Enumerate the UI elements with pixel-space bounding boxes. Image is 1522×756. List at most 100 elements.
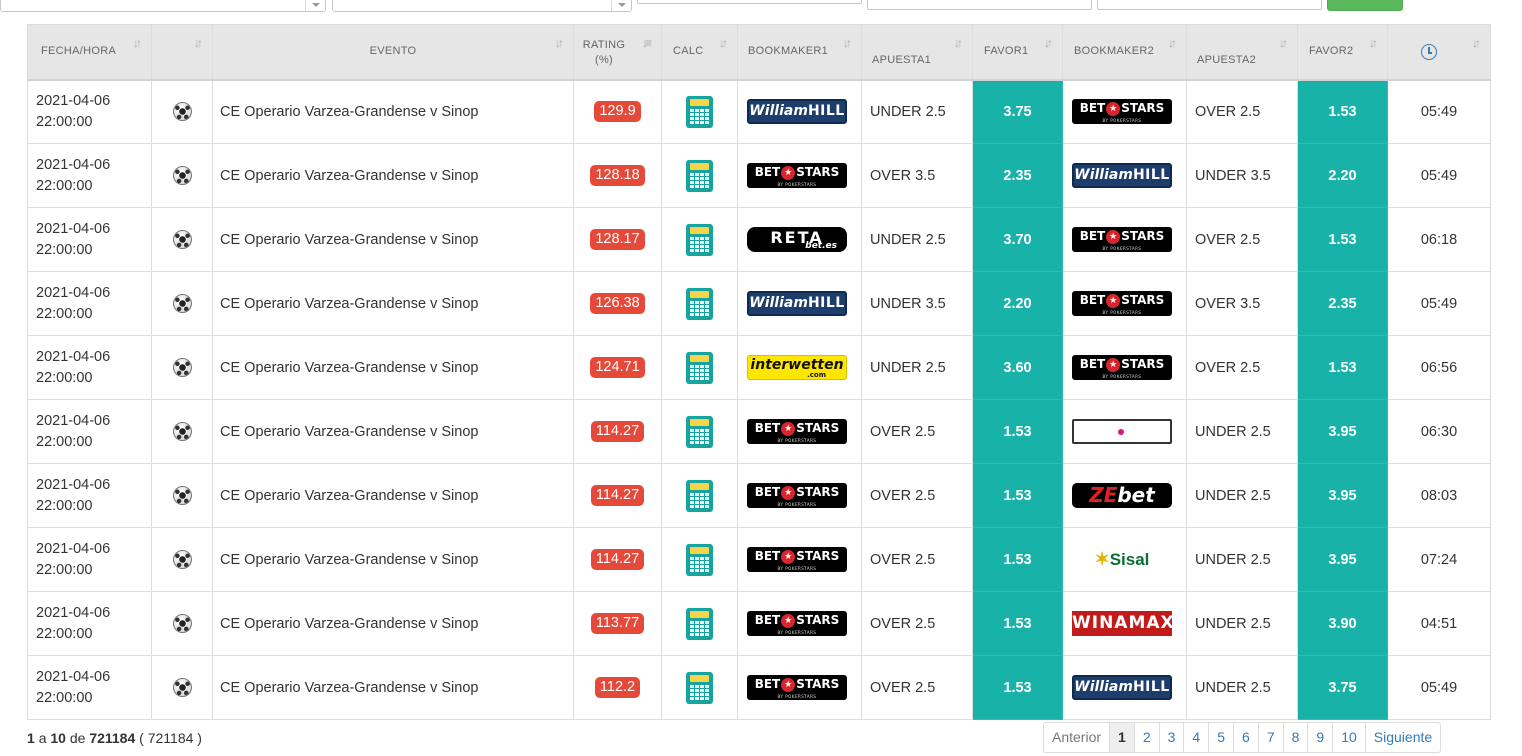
goldenpark-logo[interactable]: GOLDENPARK — [1072, 419, 1172, 444]
event-name[interactable]: CE Operario Varzea-Grandense v Sinop — [212, 527, 574, 592]
favor2-odds[interactable]: 3.95 — [1297, 527, 1388, 592]
favor1-odds[interactable]: 1.53 — [972, 399, 1063, 464]
favor1-odds[interactable]: 1.53 — [972, 463, 1063, 528]
betstars-logo[interactable]: BET ★ STARS BY POKERSTARS — [1072, 99, 1172, 125]
favor2-odds[interactable]: 2.35 — [1297, 271, 1388, 336]
filter-input-3[interactable] — [1097, 0, 1322, 10]
betstars-logo[interactable]: BET ★ STARS BY POKERSTARS — [1072, 227, 1172, 252]
williamhill-logo[interactable]: WilliamHILL — [1072, 163, 1172, 188]
table-row[interactable]: 2021-04-06 22:00:00 CE Operario Varzea-Gra… — [27, 271, 1491, 336]
search-button[interactable] — [1327, 0, 1403, 11]
col-header-sport[interactable]: ↓↑ — [151, 24, 213, 81]
col-header-apuesta2[interactable]: APUESTA2 ↓↑ — [1186, 24, 1298, 81]
table-row[interactable]: 2021-04-06 22:00:00 CE Operario Varzea-Gra… — [27, 207, 1491, 272]
col-header-bookmaker1[interactable]: BOOKMAKER1 ↓↑ — [737, 24, 862, 81]
pagination-page-2[interactable]: 2 — [1133, 723, 1159, 752]
calculator-icon[interactable] — [686, 223, 713, 256]
betstars-logo[interactable]: BET ★ STARS BY POKERSTARS — [747, 483, 847, 508]
col-header-favor1[interactable]: FAVOR1 ↓↑ — [972, 24, 1063, 81]
event-name[interactable]: CE Operario Varzea-Grandense v Sinop — [212, 335, 574, 400]
col-header-favor2[interactable]: FAVOR2 ↓↑ — [1297, 24, 1388, 81]
favor1-odds[interactable]: 3.60 — [972, 335, 1063, 400]
winamax-logo[interactable]: WINAMAX — [1072, 611, 1172, 636]
williamhill-logo[interactable]: WilliamHILL — [747, 99, 847, 125]
col-header-fecha[interactable]: FECHA/HORA ↓↑ — [27, 24, 152, 81]
betstars-logo[interactable]: BET ★ STARS BY POKERSTARS — [747, 163, 847, 188]
event-name[interactable]: CE Operario Varzea-Grandense v Sinop — [212, 207, 574, 272]
event-name[interactable]: CE Operario Varzea-Grandense v Sinop — [212, 591, 574, 656]
pagination-page-4[interactable]: 4 — [1183, 723, 1208, 752]
calculator-icon[interactable] — [686, 607, 713, 640]
pagination-prev[interactable]: Anterior — [1044, 723, 1109, 752]
retabet-logo[interactable]: RETA bet.es — [747, 227, 847, 252]
table-row[interactable]: 2021-04-06 22:00:00 CE Operario Varzea-Gra… — [27, 143, 1491, 208]
zebet-logo[interactable]: ZEbet — [1072, 483, 1172, 508]
table-row[interactable]: 2021-04-06 22:00:00 CE Operario Varzea-Gra… — [27, 463, 1491, 528]
betstars-logo[interactable]: BET ★ STARS BY POKERSTARS — [747, 419, 847, 444]
favor2-odds[interactable]: 1.53 — [1297, 207, 1388, 272]
favor1-odds[interactable]: 2.35 — [972, 143, 1063, 208]
pagination-page-3[interactable]: 3 — [1158, 723, 1184, 752]
event-name[interactable]: CE Operario Varzea-Grandense v Sinop — [212, 271, 574, 336]
favor1-odds[interactable]: 2.20 — [972, 271, 1063, 336]
favor1-odds[interactable]: 3.70 — [972, 207, 1063, 272]
betstars-logo[interactable]: BET ★ STARS BY POKERSTARS — [1072, 355, 1172, 380]
col-header-bookmaker2[interactable]: BOOKMAKER2 ↓↑ — [1062, 24, 1187, 81]
favor2-odds[interactable]: 2.20 — [1297, 143, 1388, 208]
calculator-icon[interactable] — [686, 479, 713, 512]
sisal-logo[interactable]: ✶Sisal — [1072, 547, 1172, 572]
favor2-odds[interactable]: 3.95 — [1297, 463, 1388, 528]
col-header-updated[interactable]: ↓↑ — [1387, 24, 1491, 81]
table-row[interactable]: 2021-04-06 22:00:00 CE Operario Varzea-Gra… — [27, 527, 1491, 592]
event-name[interactable]: CE Operario Varzea-Grandense v Sinop — [212, 399, 574, 464]
filter-select-2[interactable] — [332, 0, 632, 12]
pagination-page-8[interactable]: 8 — [1282, 723, 1308, 752]
calculator-icon[interactable] — [686, 287, 713, 320]
calculator-icon[interactable] — [686, 415, 713, 448]
betstars-logo[interactable]: BET ★ STARS BY POKERSTARS — [747, 611, 847, 636]
pagination-page-6[interactable]: 6 — [1233, 723, 1258, 752]
favor2-odds[interactable]: 1.53 — [1297, 79, 1388, 144]
calculator-icon[interactable] — [686, 159, 713, 192]
calculator-icon[interactable] — [686, 351, 713, 384]
event-name[interactable]: CE Operario Varzea-Grandense v Sinop — [212, 143, 574, 208]
col-header-rating[interactable]: RATING (%) ↓≡ — [573, 24, 662, 81]
calculator-icon[interactable] — [686, 543, 713, 576]
favor2-odds[interactable]: 3.95 — [1297, 399, 1388, 464]
pagination-page-7[interactable]: 7 — [1257, 723, 1283, 752]
filter-select-1[interactable] — [0, 0, 326, 12]
betstars-logo[interactable]: BET ★ STARS BY POKERSTARS — [747, 547, 847, 572]
table-row[interactable]: 2021-04-06 22:00:00 CE Operario Varzea-Gra… — [27, 655, 1491, 720]
table-row[interactable]: 2021-04-06 22:00:00 CE Operario Varzea-Gra… — [27, 79, 1491, 144]
table-row[interactable]: 2021-04-06 22:00:00 CE Operario Varzea-Gra… — [27, 591, 1491, 656]
event-name[interactable]: CE Operario Varzea-Grandense v Sinop — [212, 463, 574, 528]
calculator-icon[interactable] — [686, 95, 713, 128]
event-name[interactable]: CE Operario Varzea-Grandense v Sinop — [212, 655, 574, 720]
williamhill-logo[interactable]: WilliamHILL — [1072, 675, 1172, 700]
filter-input-2[interactable] — [867, 0, 1092, 10]
favor2-odds[interactable]: 3.90 — [1297, 591, 1388, 656]
betstars-logo[interactable]: BET ★ STARS BY POKERSTARS — [1072, 291, 1172, 316]
calculator-icon[interactable] — [686, 671, 713, 704]
filter-input-1[interactable] — [637, 0, 862, 4]
col-header-apuesta1[interactable]: APUESTA1 ↓↑ — [861, 24, 973, 81]
favor1-odds[interactable]: 1.53 — [972, 655, 1063, 720]
favor1-odds[interactable]: 3.75 — [972, 79, 1063, 144]
betstars-logo[interactable]: BET ★ STARS BY POKERSTARS — [747, 675, 847, 700]
favor2-odds[interactable]: 3.75 — [1297, 655, 1388, 720]
col-header-calc[interactable]: CALC ↓↑ — [661, 24, 738, 81]
favor2-odds[interactable]: 1.53 — [1297, 335, 1388, 400]
pagination-page-10[interactable]: 10 — [1332, 723, 1365, 752]
pagination-page-5[interactable]: 5 — [1208, 723, 1233, 752]
favor1-odds[interactable]: 1.53 — [972, 527, 1063, 592]
table-row[interactable]: 2021-04-06 22:00:00 CE Operario Varzea-Gra… — [27, 335, 1491, 400]
table-row[interactable]: 2021-04-06 22:00:00 CE Operario Varzea-Gra… — [27, 399, 1491, 464]
interwetten-logo[interactable]: interwetten .com — [747, 355, 847, 380]
pagination-next[interactable]: Siguiente — [1364, 723, 1440, 752]
williamhill-logo[interactable]: WilliamHILL — [747, 291, 847, 316]
pagination-page-9[interactable]: 9 — [1307, 723, 1332, 752]
pagination-page-1[interactable]: 1 — [1109, 723, 1134, 752]
col-header-evento[interactable]: EVENTO ↓↑ — [212, 24, 574, 81]
favor1-odds[interactable]: 1.53 — [972, 591, 1063, 656]
event-name[interactable]: CE Operario Varzea-Grandense v Sinop — [212, 79, 574, 144]
